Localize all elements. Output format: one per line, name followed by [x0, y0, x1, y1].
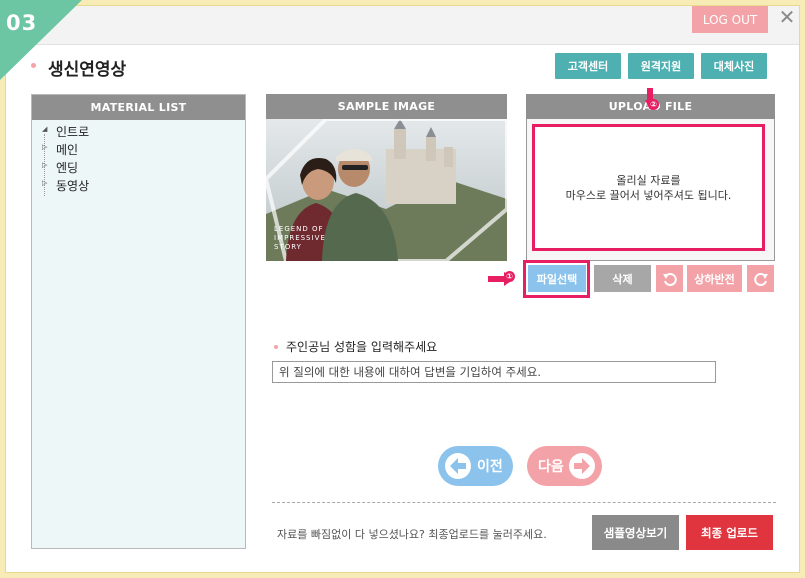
sample-video-button[interactable]: 샘플영상보기	[592, 515, 679, 550]
question-bullet	[274, 345, 278, 349]
material-list-header: MATERIAL LIST	[32, 95, 245, 120]
close-icon[interactable]: ✕	[778, 7, 796, 27]
collapsed-triangle-icon: ▷	[42, 161, 48, 169]
sample-image-header: SAMPLE IMAGE	[266, 94, 507, 119]
prev-button[interactable]: 이전	[438, 446, 513, 486]
step-badge-1: ①	[504, 271, 515, 282]
app-window: LOG OUT ✕ 생신연영상 고객센터 원격지원 대체사진 MATERIAL …	[5, 5, 800, 573]
sample-photo-illustration: LEGEND OF IMPRESSIVE STORY	[266, 119, 507, 261]
rotate-right-icon	[753, 272, 768, 286]
support-button[interactable]: 고객센터	[555, 53, 621, 79]
collapsed-triangle-icon: ▷	[42, 179, 48, 187]
top-bar	[6, 6, 799, 45]
next-button[interactable]: 다음	[527, 446, 602, 486]
rotate-right-button[interactable]	[747, 265, 774, 292]
drop-zone-line1: 올리실 자료를	[616, 173, 681, 187]
flip-vertical-button[interactable]: 상하반전	[687, 265, 742, 292]
overlay-text-line2: IMPRESSIVE	[274, 234, 326, 242]
rotate-left-icon	[662, 272, 677, 286]
tree-item-main[interactable]: ▷ 메인	[42, 141, 245, 159]
sample-image-panel: SAMPLE IMAGE LEGEND OF IMPRESSIVE STORY	[266, 94, 507, 261]
expanded-triangle-icon: ◢	[42, 125, 48, 133]
prev-label: 이전	[477, 459, 503, 475]
collapsed-triangle-icon: ▷	[42, 143, 48, 151]
drop-zone-line2: 마우스로 끌어서 넣어주셔도 됩니다.	[565, 188, 732, 202]
arrow-right-icon	[568, 453, 595, 479]
delete-button[interactable]: 삭제	[594, 265, 651, 292]
final-upload-button[interactable]: 최종 업로드	[686, 515, 773, 550]
overlay-text-line3: STORY	[274, 243, 302, 251]
tree-item-video[interactable]: ▷ 동영상	[42, 177, 245, 195]
remote-support-button[interactable]: 원격지원	[628, 53, 694, 79]
tree-item-intro[interactable]: ◢ 인트로	[42, 123, 245, 141]
replace-photo-button[interactable]: 대체사진	[701, 53, 767, 79]
sample-photo: LEGEND OF IMPRESSIVE STORY	[266, 119, 507, 261]
arrow-left-icon	[445, 453, 471, 479]
next-label: 다음	[538, 459, 564, 475]
tree-item-ending[interactable]: ▷ 엔딩	[42, 159, 245, 177]
material-list-panel: MATERIAL LIST ◢ 인트로 ▷ 메인 ▷ 엔딩 ▷ 동영상	[31, 94, 246, 549]
step-number: 03	[6, 11, 38, 35]
rotate-left-button[interactable]	[656, 265, 683, 292]
final-notice: 자료를 빠짐없이 다 넣으셨나요? 최종업로드를 눌러주세요.	[277, 528, 547, 541]
answer-input[interactable]	[272, 361, 716, 383]
upload-file-panel: UPLOAD FILE 올리실 자료를 마우스로 끌어서 넣어주셔도 됩니다.	[526, 94, 775, 261]
file-drop-zone[interactable]: 올리실 자료를 마우스로 끌어서 넣어주셔도 됩니다.	[532, 124, 765, 251]
question-label: 주인공님 성함을 입력해주세요	[286, 340, 438, 354]
file-select-button[interactable]: 파일선택	[528, 265, 586, 292]
material-tree: ◢ 인트로 ▷ 메인 ▷ 엔딩 ▷ 동영상	[32, 120, 245, 196]
logout-button[interactable]: LOG OUT	[692, 6, 768, 33]
overlay-text-line1: LEGEND OF	[274, 225, 324, 233]
footer-divider	[272, 502, 776, 503]
step-badge-2: ②	[648, 99, 659, 110]
